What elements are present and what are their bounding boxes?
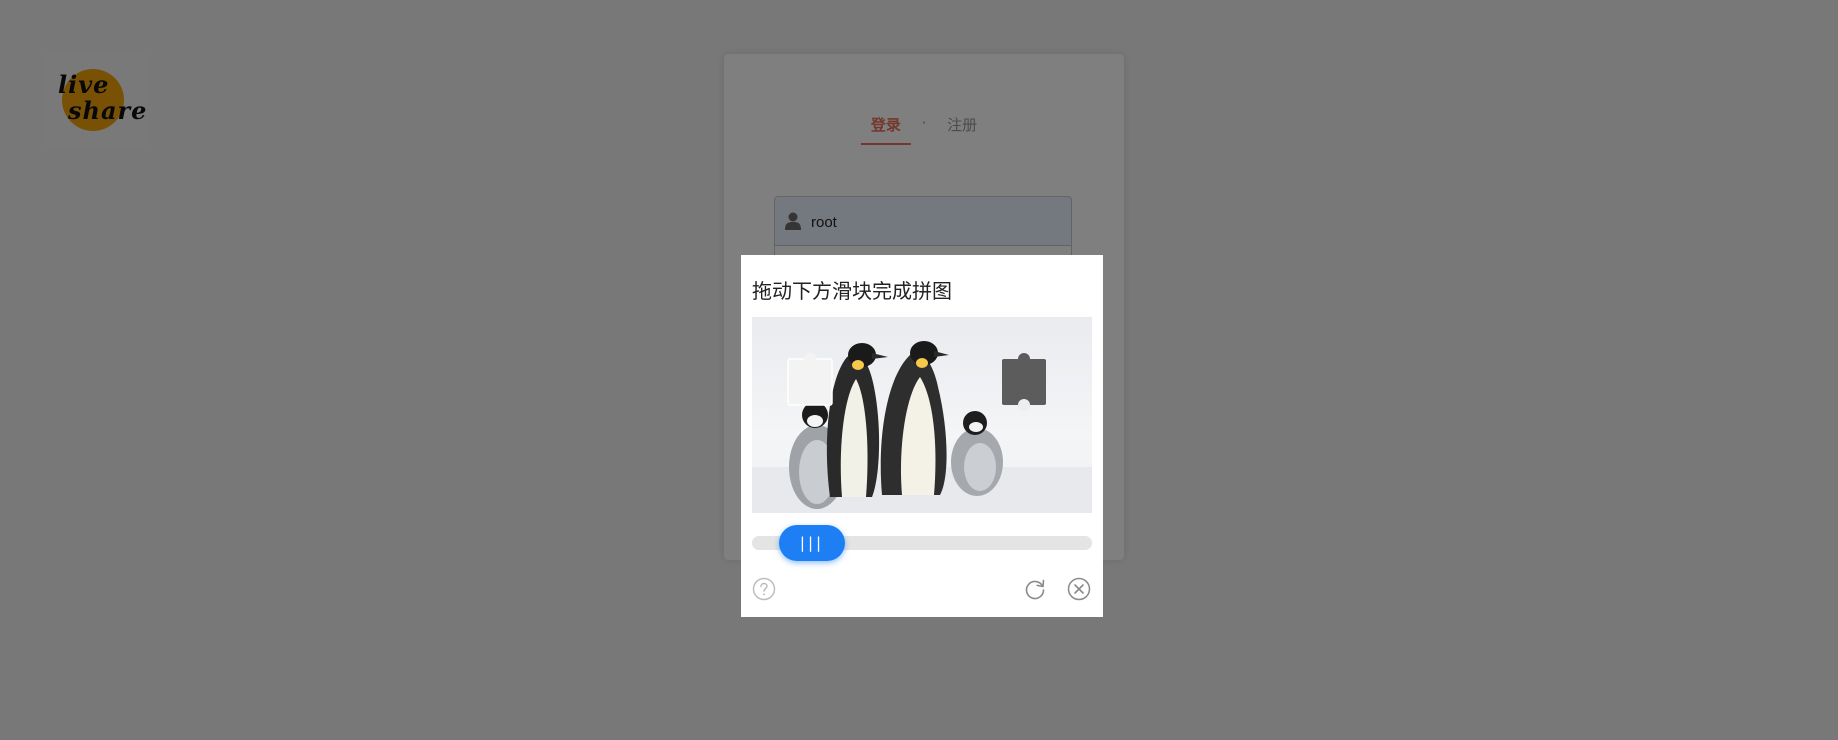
puzzle-gap: [1002, 353, 1046, 411]
penguin-adult-right: [880, 341, 949, 495]
slider-captcha-dialog: 拖动下方滑块完成拼图 |||: [741, 255, 1103, 617]
penguin-chick-right: [951, 411, 1003, 496]
puzzle-piece: [787, 353, 833, 406]
slider-handle[interactable]: |||: [779, 525, 845, 561]
refresh-icon[interactable]: [1023, 577, 1047, 601]
penguin-photo: [752, 341, 1092, 513]
help-icon[interactable]: [752, 577, 776, 601]
puzzle-image: [752, 317, 1092, 513]
captcha-title: 拖动下方滑块完成拼图: [752, 279, 952, 303]
close-icon[interactable]: [1067, 577, 1091, 601]
